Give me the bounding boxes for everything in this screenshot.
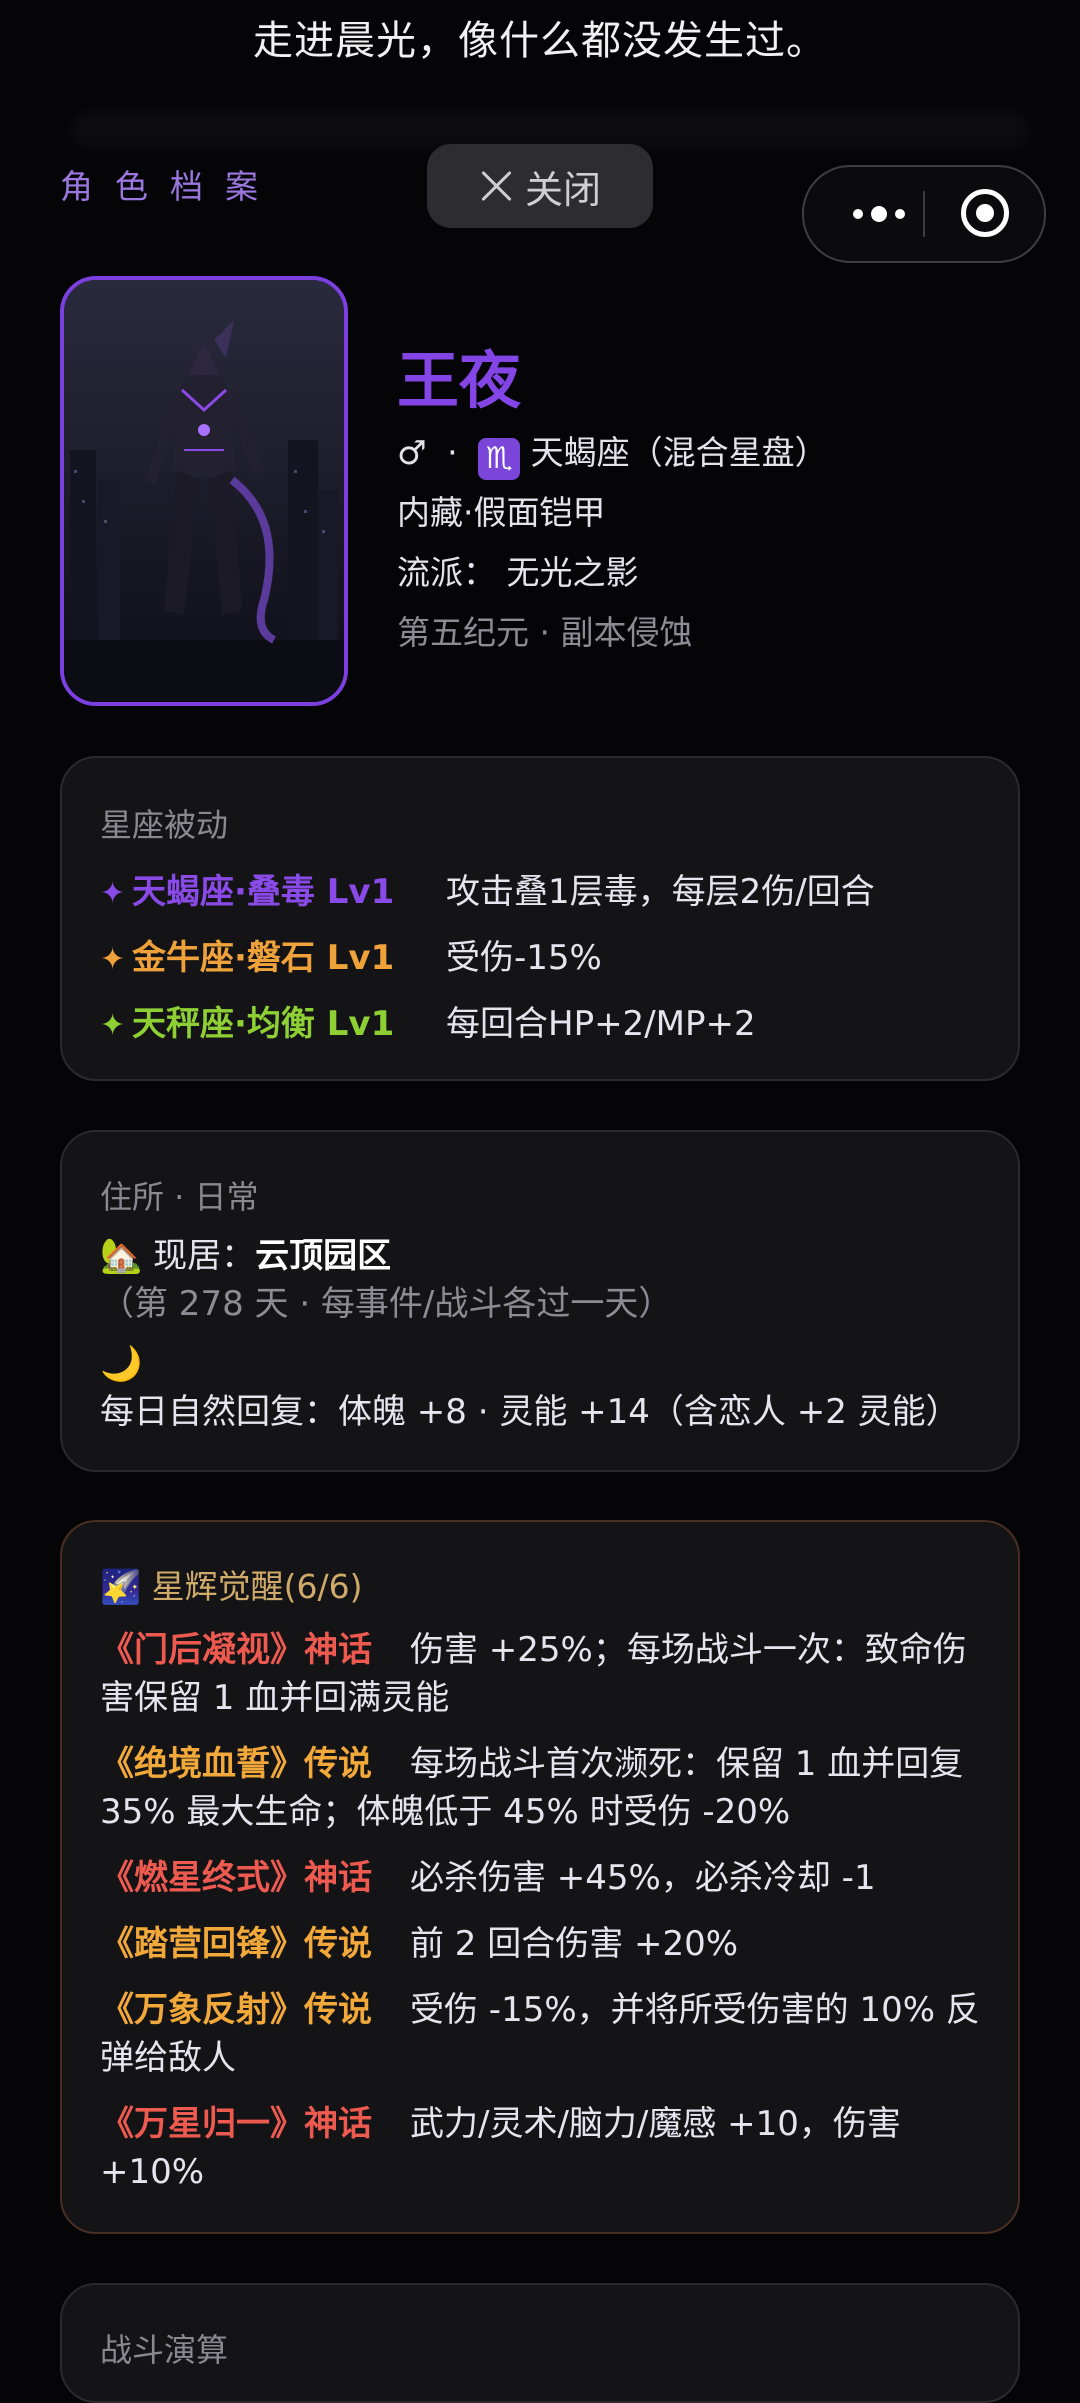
recovery-text: 每日自然回复：体魄 +8 · 灵能 +14（含恋人 +2 灵能）: [100, 1392, 960, 1432]
star-icon: ✦: [100, 942, 126, 977]
character-name: 王夜: [397, 344, 522, 417]
constellation-desc: 每回合HP+2/MP+2: [446, 1004, 756, 1044]
top-quote: 走进晨光，像什么都没发生过。: [253, 18, 827, 64]
constellation-row: ✦ 天秤座·均衡 Lv1 每回合HP+2/MP+2: [100, 996, 756, 1045]
home-label: 现居：: [153, 1236, 256, 1276]
awakening-item: 《燃星终式》神话 必杀伤害 +45%，必杀冷却 -1: [100, 1854, 1000, 1902]
gender-icon: ♂: [397, 433, 427, 472]
archive-label: 角色档案: [60, 167, 280, 206]
awakening-name: 《万象反射》传说: [100, 1990, 372, 2030]
awakening-card: 🌠 星辉觉醒(6/6) 《门后凝视》神话 伤害 +25%；每场战斗一次：致命伤害保…: [60, 1520, 1020, 2234]
constellation-name: 金牛座·磐石 Lv1: [132, 938, 395, 978]
constellation-card: 星座被动 ✦ 天蝎座·叠毒 Lv1 攻击叠1层毒，每层2伤/回合 ✦ 金牛座·磐石 L…: [60, 756, 1020, 1081]
zodiac-line: ♂ · ♏ 天蝎座（混合星盘）: [397, 426, 828, 480]
residence-title: 住所 · 日常: [100, 1178, 259, 1216]
awakening-name: 《万星归一》神话: [100, 2104, 372, 2144]
star-icon: ✦: [100, 1008, 126, 1043]
close-button[interactable]: 关闭: [427, 144, 653, 228]
awakening-item: 《踏营回锋》传说前 2 回合伤害 +20%: [100, 1920, 1000, 1968]
recovery-line: 🌙 每日自然回复：体魄 +8 · 灵能 +14（含恋人 +2 灵能）: [100, 1340, 1000, 1436]
residence-line: 🏡 现居：云顶园区 （第 278 天 · 每事件/战斗各过一天）: [100, 1232, 1000, 1328]
home-name: 云顶园区: [255, 1236, 392, 1276]
separator-dot: ·: [447, 433, 458, 472]
hidden-trait: 内藏·假面铠甲: [397, 493, 606, 532]
close-label: 关闭: [524, 167, 601, 212]
constellation-row: ✦ 天蝎座·叠毒 Lv1 攻击叠1层毒，每层2伤/回合: [100, 864, 875, 913]
character-portrait: [60, 276, 348, 706]
capsule-divider: [923, 191, 925, 237]
awakening-title-row: 🌠 星辉觉醒(6/6): [100, 1560, 362, 1608]
awakening-item: 《绝境血誓》传说 每场战斗首次濒死：保留 1 血并回复 35% 最大生命；体魄低于…: [100, 1740, 1000, 1836]
era-line: 第五纪元 · 副本侵蚀: [397, 613, 693, 652]
awakening-title: 星辉觉醒(6/6): [151, 1567, 363, 1606]
close-icon: [479, 169, 513, 203]
constellation-desc: 受伤-15%: [446, 938, 602, 978]
constellation-name: 天蝎座·叠毒 Lv1: [132, 872, 395, 912]
awakening-item: 《万象反射》传说 受伤 -15%，并将所受伤害的 10% 反弹给敌人: [100, 1986, 1000, 2082]
constellation-desc: 攻击叠1层毒，每层2伤/回合: [446, 872, 875, 912]
house-icon: 🏡: [100, 1236, 143, 1276]
battle-card: 战斗演算: [60, 2283, 1020, 2403]
school-line: 流派： 无光之影: [397, 553, 639, 592]
constellation-row: ✦ 金牛座·磐石 Lv1 受伤-15%: [100, 930, 602, 979]
day-count: （第 278 天 · 每事件/战斗各过一天）: [100, 1284, 673, 1324]
awakening-desc: 必杀伤害 +45%，必杀冷却 -1: [410, 1858, 876, 1898]
zodiac-text: 天蝎座（混合星盘）: [530, 433, 828, 472]
constellation-title: 星座被动: [100, 806, 229, 844]
star-icon: ✦: [100, 876, 126, 911]
awakening-item: 《万星归一》神话 武力/灵术/脑力/魔感 +10，伤害 +10%: [100, 2100, 1000, 2196]
constellation-name: 天秤座·均衡 Lv1: [132, 1004, 395, 1044]
armored-knight-image: [64, 280, 344, 702]
awakening-item: 《门后凝视》神话 伤害 +25%；每场战斗一次：致命伤害保留 1 血并回满灵能: [100, 1626, 1000, 1722]
awakening-name: 《踏营回锋》传说: [100, 1924, 372, 1964]
awakening-name: 《绝境血誓》传说: [100, 1744, 372, 1784]
scorpio-icon: ♏: [478, 438, 521, 480]
miniprogram-capsule: [802, 165, 1046, 263]
moon-icon: 🌙: [100, 1344, 143, 1384]
close-miniprogram-icon[interactable]: [961, 189, 1009, 237]
awakening-desc: 前 2 回合伤害 +20%: [410, 1924, 739, 1964]
residence-card: 住所 · 日常 🏡 现居：云顶园区（第 278 天 · 每事件/战斗各过一天） …: [60, 1130, 1020, 1472]
battle-title: 战斗演算: [100, 2331, 229, 2369]
awakening-name: 《燃星终式》神话: [100, 1858, 372, 1898]
awakening-name: 《门后凝视》神话: [100, 1630, 372, 1670]
more-icon[interactable]: [839, 202, 919, 226]
shooting-star-icon: 🌠: [100, 1567, 142, 1606]
